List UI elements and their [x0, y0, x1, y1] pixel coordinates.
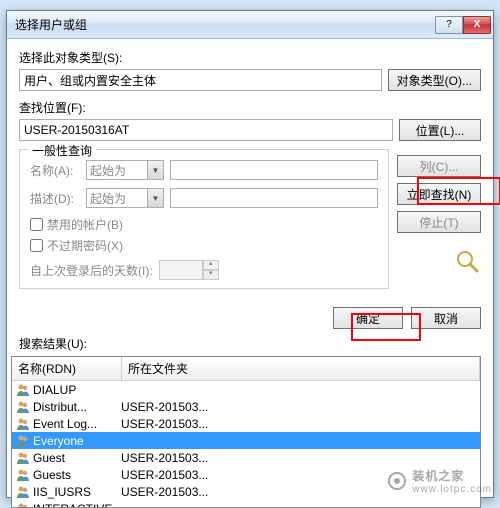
list-item[interactable]: GuestUSER-201503...	[12, 449, 480, 466]
group-icon	[15, 399, 31, 415]
search-icon	[453, 247, 481, 278]
chevron-down-icon[interactable]: ▼	[203, 270, 219, 280]
days-value[interactable]	[159, 260, 203, 280]
disabled-accounts-box[interactable]	[30, 218, 43, 231]
common-queries-group: 一般性查询 名称(A): ▼ 描述(D): ▼	[19, 149, 389, 289]
row-name: IIS_IUSRS	[33, 485, 121, 499]
row-name: Event Log...	[33, 417, 121, 431]
list-item[interactable]: INTERACTIVE	[12, 500, 480, 508]
row-name: Guest	[33, 451, 121, 465]
desc-mode-combo[interactable]: ▼	[86, 188, 164, 208]
days-since-logon-label: 自上次登录后的天数(I):	[30, 262, 153, 279]
stop-button[interactable]: 停止(T)	[397, 211, 481, 233]
cancel-button[interactable]: 取消	[411, 307, 481, 329]
list-item[interactable]: Event Log...USER-201503...	[12, 415, 480, 432]
group-icon	[15, 467, 31, 483]
group-icon	[15, 484, 31, 500]
row-folder: USER-201503...	[121, 417, 208, 431]
col-name-header[interactable]: 名称(RDN)	[12, 357, 122, 380]
chevron-down-icon[interactable]: ▼	[147, 161, 163, 179]
locations-button[interactable]: 位置(L)...	[399, 119, 481, 141]
help-button[interactable]: ?	[435, 16, 463, 34]
row-name: Everyone	[33, 434, 121, 448]
group-icon	[15, 416, 31, 432]
col-folder-header[interactable]: 所在文件夹	[122, 357, 480, 380]
desc-label: 描述(D):	[30, 190, 80, 207]
dialog-content: 选择此对象类型(S): 对象类型(O)... 查找位置(F): 位置(L)...…	[7, 39, 493, 303]
name-label: 名称(A):	[30, 162, 80, 179]
group-icon	[15, 501, 31, 508]
noexpire-password-label: 不过期密码(X)	[47, 237, 123, 254]
object-type-field[interactable]	[19, 69, 382, 91]
row-name: INTERACTIVE	[33, 502, 121, 508]
row-folder: USER-201503...	[121, 485, 208, 499]
disabled-accounts-checkbox[interactable]: 禁用的帐户(B)	[30, 216, 378, 233]
row-name: DIALUP	[33, 383, 121, 397]
row-folder: USER-201503...	[121, 468, 208, 482]
noexpire-password-box[interactable]	[30, 239, 43, 252]
row-name: Guests	[33, 468, 121, 482]
dialog-window: 选择用户或组 ? X 选择此对象类型(S): 对象类型(O)... 查找位置(F…	[6, 10, 494, 498]
row-name: Distribut...	[33, 400, 121, 414]
group-icon	[15, 433, 31, 449]
object-types-button[interactable]: 对象类型(O)...	[388, 69, 481, 91]
group-icon	[15, 382, 31, 398]
columns-button[interactable]: 列(C)...	[397, 155, 481, 177]
chevron-down-icon[interactable]: ▼	[147, 189, 163, 207]
search-now-button[interactable]: 立即查找(N)	[397, 183, 481, 205]
results-list[interactable]: 名称(RDN) 所在文件夹 DIALUPDistribut...USER-201…	[11, 356, 481, 508]
results-label: 搜索结果(U):	[7, 333, 493, 354]
close-button[interactable]: X	[463, 16, 491, 34]
list-item[interactable]: DIALUP	[12, 381, 480, 398]
location-field[interactable]	[19, 119, 393, 141]
desc-input[interactable]	[170, 188, 378, 208]
list-item[interactable]: GuestsUSER-201503...	[12, 466, 480, 483]
chevron-up-icon[interactable]: ▲	[203, 260, 219, 270]
name-mode-combo[interactable]: ▼	[86, 160, 164, 180]
location-label: 查找位置(F):	[19, 99, 481, 116]
name-input[interactable]	[170, 160, 378, 180]
ok-button[interactable]: 确定	[333, 307, 403, 329]
list-item[interactable]: Distribut...USER-201503...	[12, 398, 480, 415]
row-folder: USER-201503...	[121, 400, 208, 414]
group-icon	[15, 450, 31, 466]
common-queries-legend: 一般性查询	[28, 142, 96, 159]
disabled-accounts-label: 禁用的帐户(B)	[47, 216, 123, 233]
titlebar[interactable]: 选择用户或组 ? X	[7, 11, 493, 39]
object-type-label: 选择此对象类型(S):	[19, 49, 481, 66]
row-folder: USER-201503...	[121, 451, 208, 465]
noexpire-password-checkbox[interactable]: 不过期密码(X)	[30, 237, 378, 254]
results-header[interactable]: 名称(RDN) 所在文件夹	[12, 357, 480, 381]
window-title: 选择用户或组	[15, 16, 435, 33]
list-item[interactable]: Everyone	[12, 432, 480, 449]
days-spinner[interactable]: ▲ ▼	[159, 260, 219, 280]
list-item[interactable]: IIS_IUSRSUSER-201503...	[12, 483, 480, 500]
